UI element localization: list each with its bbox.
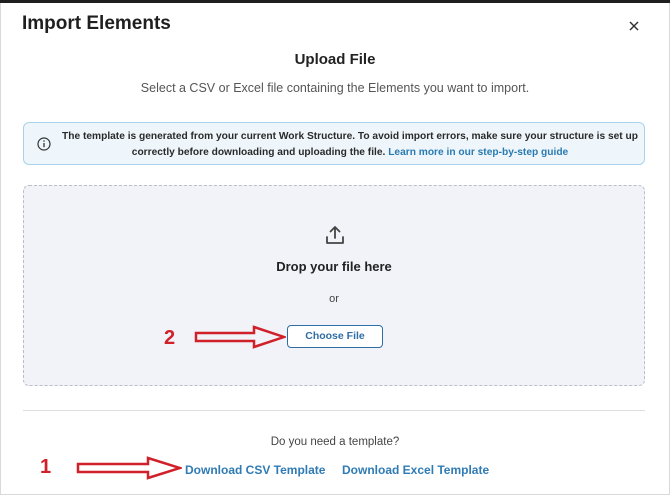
info-banner-text: The template is generated from your curr… bbox=[62, 129, 638, 161]
template-question: Do you need a template? bbox=[270, 436, 400, 448]
upload-icon bbox=[326, 226, 344, 244]
close-icon bbox=[629, 21, 639, 31]
annotation-number-1: 1 bbox=[40, 456, 52, 478]
learn-more-link[interactable]: Learn more in our step-by-step guide bbox=[388, 147, 568, 158]
annotation-number-2: 2 bbox=[164, 327, 176, 349]
annotation-arrow-1 bbox=[76, 456, 182, 480]
download-csv-template-link[interactable]: Download CSV Template bbox=[185, 463, 325, 477]
upload-file-heading: Upload File bbox=[294, 51, 376, 68]
info-banner: The template is generated from your curr… bbox=[23, 122, 645, 165]
choose-file-button[interactable]: Choose File bbox=[287, 325, 383, 348]
download-excel-template-link[interactable]: Download Excel Template bbox=[342, 463, 489, 477]
annotation-arrow-2 bbox=[194, 325, 286, 349]
divider bbox=[23, 410, 645, 411]
file-dropzone[interactable]: Drop your file here or Choose File bbox=[23, 185, 645, 386]
info-icon bbox=[37, 137, 51, 151]
or-text: or bbox=[329, 293, 339, 305]
close-button[interactable] bbox=[625, 17, 643, 35]
import-dialog: Import Elements Upload File Select a CSV… bbox=[0, 3, 670, 495]
dialog-title: Import Elements bbox=[22, 13, 171, 34]
drop-file-text: Drop your file here bbox=[276, 259, 392, 274]
upload-subtitle: Select a CSV or Excel file containing th… bbox=[140, 81, 530, 95]
